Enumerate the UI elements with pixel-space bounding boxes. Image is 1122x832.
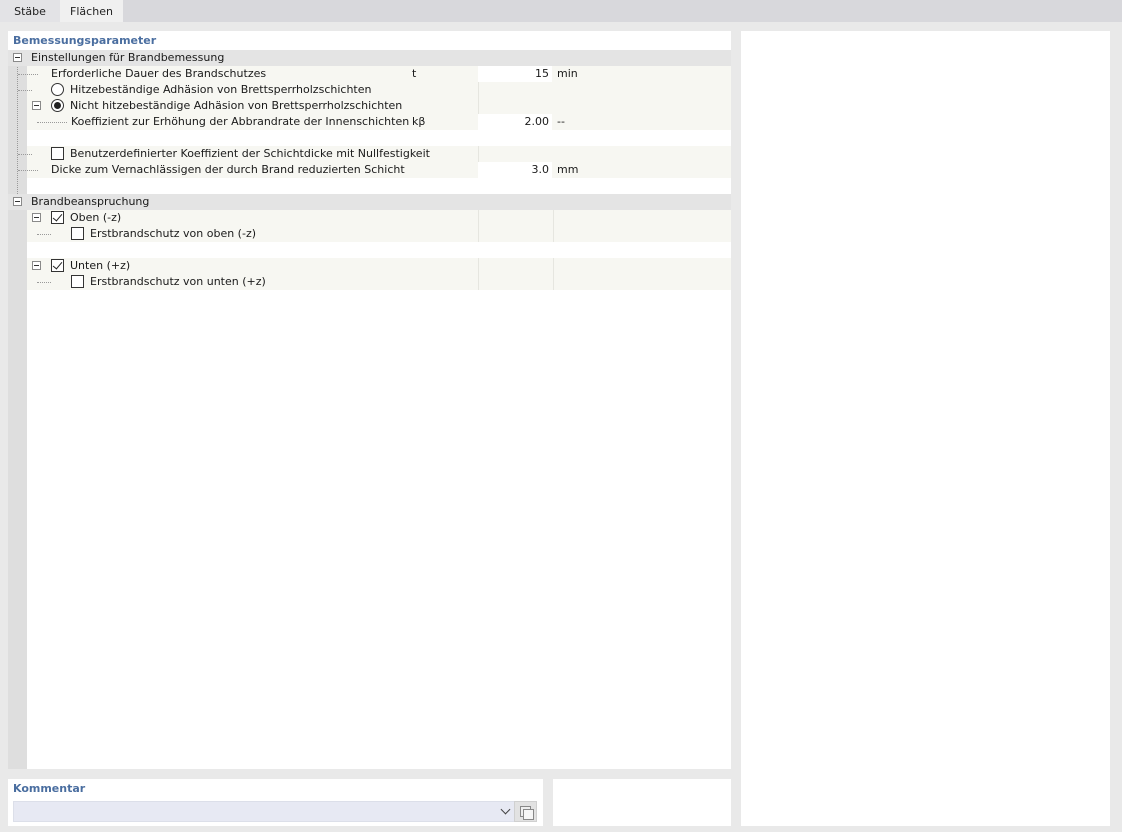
tab-staebe[interactable]: Stäbe (0, 0, 60, 22)
tree-line (37, 234, 51, 235)
non-heat-resistant-radio[interactable] (51, 99, 64, 112)
spacer-row (27, 130, 731, 146)
panel-header: Bemessungsparameter (13, 34, 157, 47)
top-side-checkbox[interactable] (51, 211, 64, 224)
heat-resistant-label: Hitzebeständige Adhäsion von Brettsperrh… (70, 83, 372, 96)
tree-line (18, 90, 32, 91)
coefficient-label: Koeffizient zur Erhöhung der Abbrandrate… (71, 115, 410, 128)
row-bottom-side: Unten (+z) (27, 258, 731, 274)
top-side-label: Oben (-z) (70, 211, 122, 224)
custom-coefficient-checkbox[interactable] (51, 147, 64, 160)
comment-header: Kommentar (13, 782, 86, 795)
bottom-initial-protection-checkbox[interactable] (71, 275, 84, 288)
column-separator (478, 82, 479, 98)
row-reduced-layer-thickness: Dicke zum Vernachlässigen der durch Bran… (18, 162, 731, 178)
top-initial-protection-label: Erstbrandschutz von oben (-z) (90, 227, 257, 240)
collapse-icon[interactable] (32, 213, 41, 222)
spacer-row (27, 178, 731, 194)
top-initial-protection-checkbox[interactable] (71, 227, 84, 240)
coefficient-value[interactable]: 2.00 (478, 114, 550, 130)
fire-duration-label: Erforderliche Dauer des Brandschutzes (51, 67, 267, 80)
collapse-icon[interactable] (13, 197, 22, 206)
copy-comment-button[interactable] (514, 801, 537, 822)
preview-panel (741, 31, 1110, 826)
thickness-value[interactable]: 3.0 (478, 162, 550, 178)
row-char-rate-coefficient: Koeffizient zur Erhöhung der Abbrandrate… (27, 114, 731, 130)
copy-icon (523, 809, 534, 820)
row-heat-resistant-adhesion: Hitzebeständige Adhäsion von Brettsperrh… (18, 82, 731, 98)
design-parameters-panel: Bemessungsparameter Einstellungen für Br… (8, 31, 731, 769)
column-separator (478, 210, 479, 226)
row-non-heat-resistant-adhesion: Nicht hitzebeständige Adhäsion von Brett… (27, 98, 731, 114)
fire-duration-unit: min (557, 67, 578, 80)
section-fire-design[interactable]: Einstellungen für Brandbemessung (8, 50, 731, 66)
chevron-down-icon[interactable] (500, 804, 511, 815)
column-separator (478, 258, 479, 274)
heat-resistant-radio[interactable] (51, 83, 64, 96)
row-top-initial-protection: Erstbrandschutz von oben (-z) (27, 226, 731, 242)
tree-line (37, 282, 51, 283)
fire-duration-value[interactable]: 15 (478, 66, 549, 82)
row-bottom-initial-protection: Erstbrandschutz von unten (+z) (27, 274, 731, 290)
column-separator (478, 146, 479, 162)
section-fire-exposure[interactable]: Brandbeanspruchung (8, 194, 731, 210)
column-separator (478, 98, 479, 114)
column-separator (478, 274, 479, 290)
column-separator (553, 226, 554, 242)
collapse-icon[interactable] (32, 101, 41, 110)
tree-line (18, 170, 38, 171)
tab-flaechen[interactable]: Flächen (60, 0, 123, 22)
column-separator (553, 210, 554, 226)
coefficient-unit: -- (557, 115, 565, 128)
tree-line (18, 154, 32, 155)
info-panel (553, 779, 731, 826)
column-separator (478, 226, 479, 242)
bottom-initial-protection-label: Erstbrandschutz von unten (+z) (90, 275, 266, 288)
tab-bar: Stäbe Flächen (0, 0, 1122, 22)
spacer-row (27, 242, 731, 258)
tree-line (17, 63, 18, 202)
collapse-icon[interactable] (32, 261, 41, 270)
row-top-side: Oben (-z) (27, 210, 731, 226)
bottom-side-checkbox[interactable] (51, 259, 64, 272)
row-fire-duration: Erforderliche Dauer des Brandschutzes t … (18, 66, 731, 82)
comment-panel: Kommentar (8, 779, 543, 826)
column-separator (553, 258, 554, 274)
thickness-label: Dicke zum Vernachlässigen der durch Bran… (51, 163, 405, 176)
section-title: Einstellungen für Brandbemessung (31, 51, 225, 64)
bottom-side-label: Unten (+z) (70, 259, 131, 272)
tree-line (18, 74, 38, 75)
custom-coefficient-label: Benutzerdefinierter Koeffizient der Schi… (70, 147, 430, 160)
row-custom-coefficient: Benutzerdefinierter Koeffizient der Schi… (18, 146, 731, 162)
thickness-unit: mm (557, 163, 579, 176)
column-separator (553, 274, 554, 290)
comment-dropdown[interactable] (13, 801, 515, 822)
tree-line (37, 122, 67, 123)
collapse-icon[interactable] (13, 53, 22, 62)
section-title: Brandbeanspruchung (31, 195, 150, 208)
non-heat-resistant-label: Nicht hitzebeständige Adhäsion von Brett… (70, 99, 403, 112)
